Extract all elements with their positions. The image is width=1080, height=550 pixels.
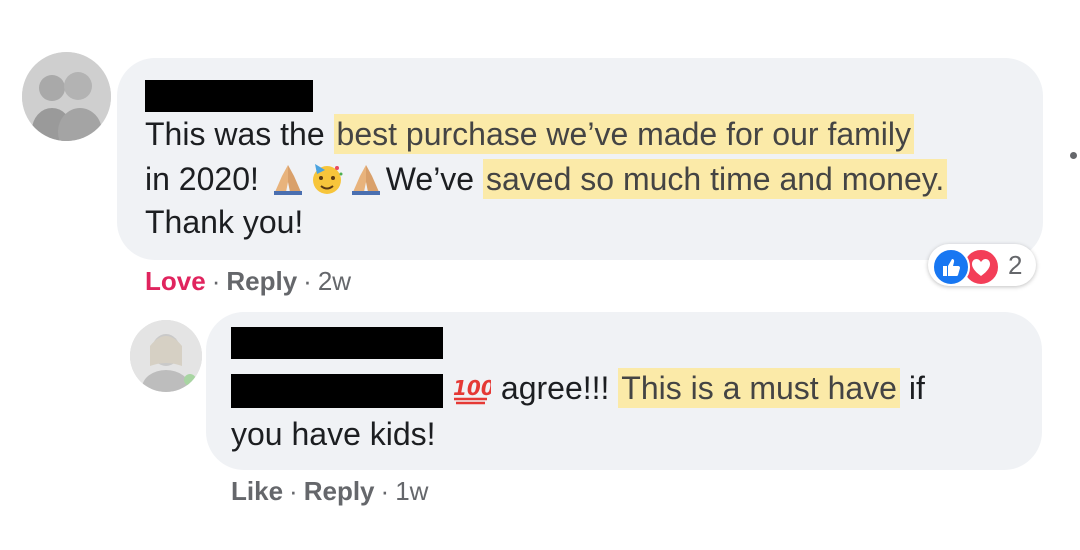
reply-line-1: 100 agree!!! This is a must have if xyxy=(450,366,925,416)
replier-avatar[interactable] xyxy=(130,320,202,392)
like-button[interactable]: Like xyxy=(231,476,283,506)
more-options-dot xyxy=(1070,152,1077,159)
comment-text: We’ve xyxy=(385,161,483,197)
reply-text: if xyxy=(899,370,925,406)
hundred-points-icon: 100 xyxy=(451,371,495,416)
commenter-avatar[interactable] xyxy=(22,52,111,141)
separator: · xyxy=(289,476,298,506)
separator: · xyxy=(303,266,312,296)
redacted-tagged-name xyxy=(231,374,443,408)
redacted-replier-name xyxy=(231,327,443,359)
separator: · xyxy=(380,476,390,506)
comment-line-3: Thank you! xyxy=(145,200,303,244)
folded-hands-icon xyxy=(347,162,385,207)
reply-text: you have kids! xyxy=(231,416,436,452)
reaction-count: 2 xyxy=(1008,250,1023,280)
comment-highlight: saved so much time and money. xyxy=(482,159,948,199)
love-reaction-button[interactable]: Love xyxy=(145,266,206,296)
reply-actions: Like · Reply · 1w xyxy=(231,476,428,506)
comment-text: This was the xyxy=(145,116,334,152)
redacted-commenter-name xyxy=(145,80,313,112)
comment-text: Thank you! xyxy=(145,204,304,240)
reply-button[interactable]: Reply xyxy=(304,476,375,506)
svg-text:100: 100 xyxy=(453,376,491,400)
partying-face-icon xyxy=(309,160,345,207)
reply-timestamp[interactable]: 1w xyxy=(395,476,428,506)
comment-actions: Love · Reply · 2w xyxy=(145,266,351,296)
separator: · xyxy=(211,266,221,296)
reactions-summary[interactable]: 2 xyxy=(928,244,1036,286)
comment-highlight: best purchase we’ve made for our family xyxy=(333,114,914,154)
reply-button[interactable]: Reply xyxy=(226,266,297,296)
reply-text: agree!!! xyxy=(492,370,619,406)
reply-highlight: This is a must have xyxy=(618,368,900,408)
comment-line-1: This was the best purchase we’ve made fo… xyxy=(145,112,914,156)
reply-line-2: you have kids! xyxy=(231,412,436,456)
comment-text: in 2020! xyxy=(145,161,268,197)
comment-timestamp[interactable]: 2w xyxy=(318,266,351,296)
avatar-photo xyxy=(22,52,111,141)
like-icon xyxy=(932,248,970,286)
avatar-photo xyxy=(130,320,202,392)
